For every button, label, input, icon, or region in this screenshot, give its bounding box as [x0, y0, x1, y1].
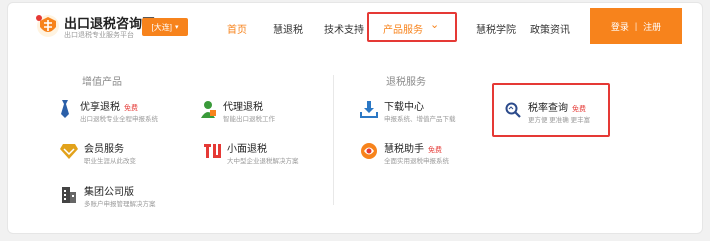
item-name: 下载中心 [384, 102, 424, 113]
item-desc: 多账户申报管理解决方案 [84, 201, 156, 208]
free-badge: 免费 [124, 105, 138, 112]
item-name: 会员服务 [84, 144, 124, 155]
menu-item-member[interactable]: 会员服务 职业生涯从此改变 [60, 140, 210, 170]
section-title-refund-services: 退税服务 [386, 77, 426, 88]
free-badge: 免费 [428, 147, 442, 154]
login-link[interactable]: 登录 [611, 20, 629, 33]
menu-item-download[interactable]: 下载中心 申报系统、增值产品下载 [360, 98, 510, 128]
item-name: 集团公司版 [84, 187, 134, 198]
tu-logo-icon [203, 141, 221, 161]
menu-item-youxiang[interactable]: 优享退税 免费 出口退税专业全程申报系统 [56, 98, 206, 128]
region-selector[interactable]: [大连] ▾ [142, 18, 188, 36]
nav-academy[interactable]: 慧税学院 [476, 21, 516, 36]
product-menu-panel: 出口退税咨询网 出口退税专业服务平台 [大连] ▾ 首页 慧退税 技术支持 产品… [7, 2, 703, 234]
menu-item-assistant[interactable]: 慧税助手 免费 全面实用退税申报系统 [360, 140, 510, 170]
free-badge: 免费 [572, 106, 586, 113]
item-desc: 出口退税专业全程申报系统 [80, 116, 158, 123]
download-icon [360, 99, 378, 119]
menu-item-group[interactable]: 集团公司版 多账户申报管理解决方案 [60, 183, 210, 213]
site-logo-icon[interactable] [34, 13, 62, 39]
nav-tech-support[interactable]: 技术支持 [324, 21, 364, 36]
menu-item-tax-rate[interactable]: 税率查询 免费 更方便 更准确 更丰富 [504, 99, 654, 129]
tie-icon [56, 99, 74, 119]
building-icon [60, 184, 78, 204]
region-label: [大连] [151, 22, 172, 32]
item-desc: 全面实用退税申报系统 [384, 158, 449, 165]
site-subtitle: 出口退税专业服务平台 [64, 32, 134, 39]
member-diamond-icon [60, 141, 78, 161]
assistant-swirl-icon [360, 141, 378, 161]
item-name: 小面退税 [227, 144, 267, 155]
register-link[interactable]: 注册 [643, 20, 661, 33]
login-separator: | [634, 21, 638, 31]
menu-item-agent[interactable]: 代理退税 智能出口退税工作 [199, 98, 349, 128]
chevron-down-icon[interactable]: ⌄ [430, 18, 439, 31]
search-icon [504, 100, 522, 120]
login-register-button[interactable]: 登录 | 注册 [590, 8, 682, 44]
item-desc: 智能出口退税工作 [223, 116, 275, 123]
item-desc: 大中型企业退税解决方案 [227, 158, 299, 165]
item-name: 代理退税 [223, 102, 263, 113]
item-desc: 申报系统、增值产品下载 [384, 116, 456, 123]
item-name: 慧税助手 [384, 144, 424, 155]
item-name: 优享退税 [80, 102, 120, 113]
nav-huituishui[interactable]: 慧退税 [273, 21, 303, 36]
item-name: 税率查询 [528, 103, 568, 114]
nav-policy[interactable]: 政策资讯 [530, 21, 570, 36]
nav-home[interactable]: 首页 [227, 21, 247, 36]
item-desc: 更方便 更准确 更丰富 [528, 117, 591, 124]
item-desc: 职业生涯从此改变 [84, 158, 136, 165]
nav-products[interactable]: 产品服务 [383, 21, 423, 36]
chevron-down-icon: ▾ [174, 24, 179, 31]
section-title-value-added: 增值产品 [82, 77, 122, 88]
menu-item-xiaomian[interactable]: 小面退税 大中型企业退税解决方案 [203, 140, 353, 170]
agent-icon [199, 99, 217, 119]
